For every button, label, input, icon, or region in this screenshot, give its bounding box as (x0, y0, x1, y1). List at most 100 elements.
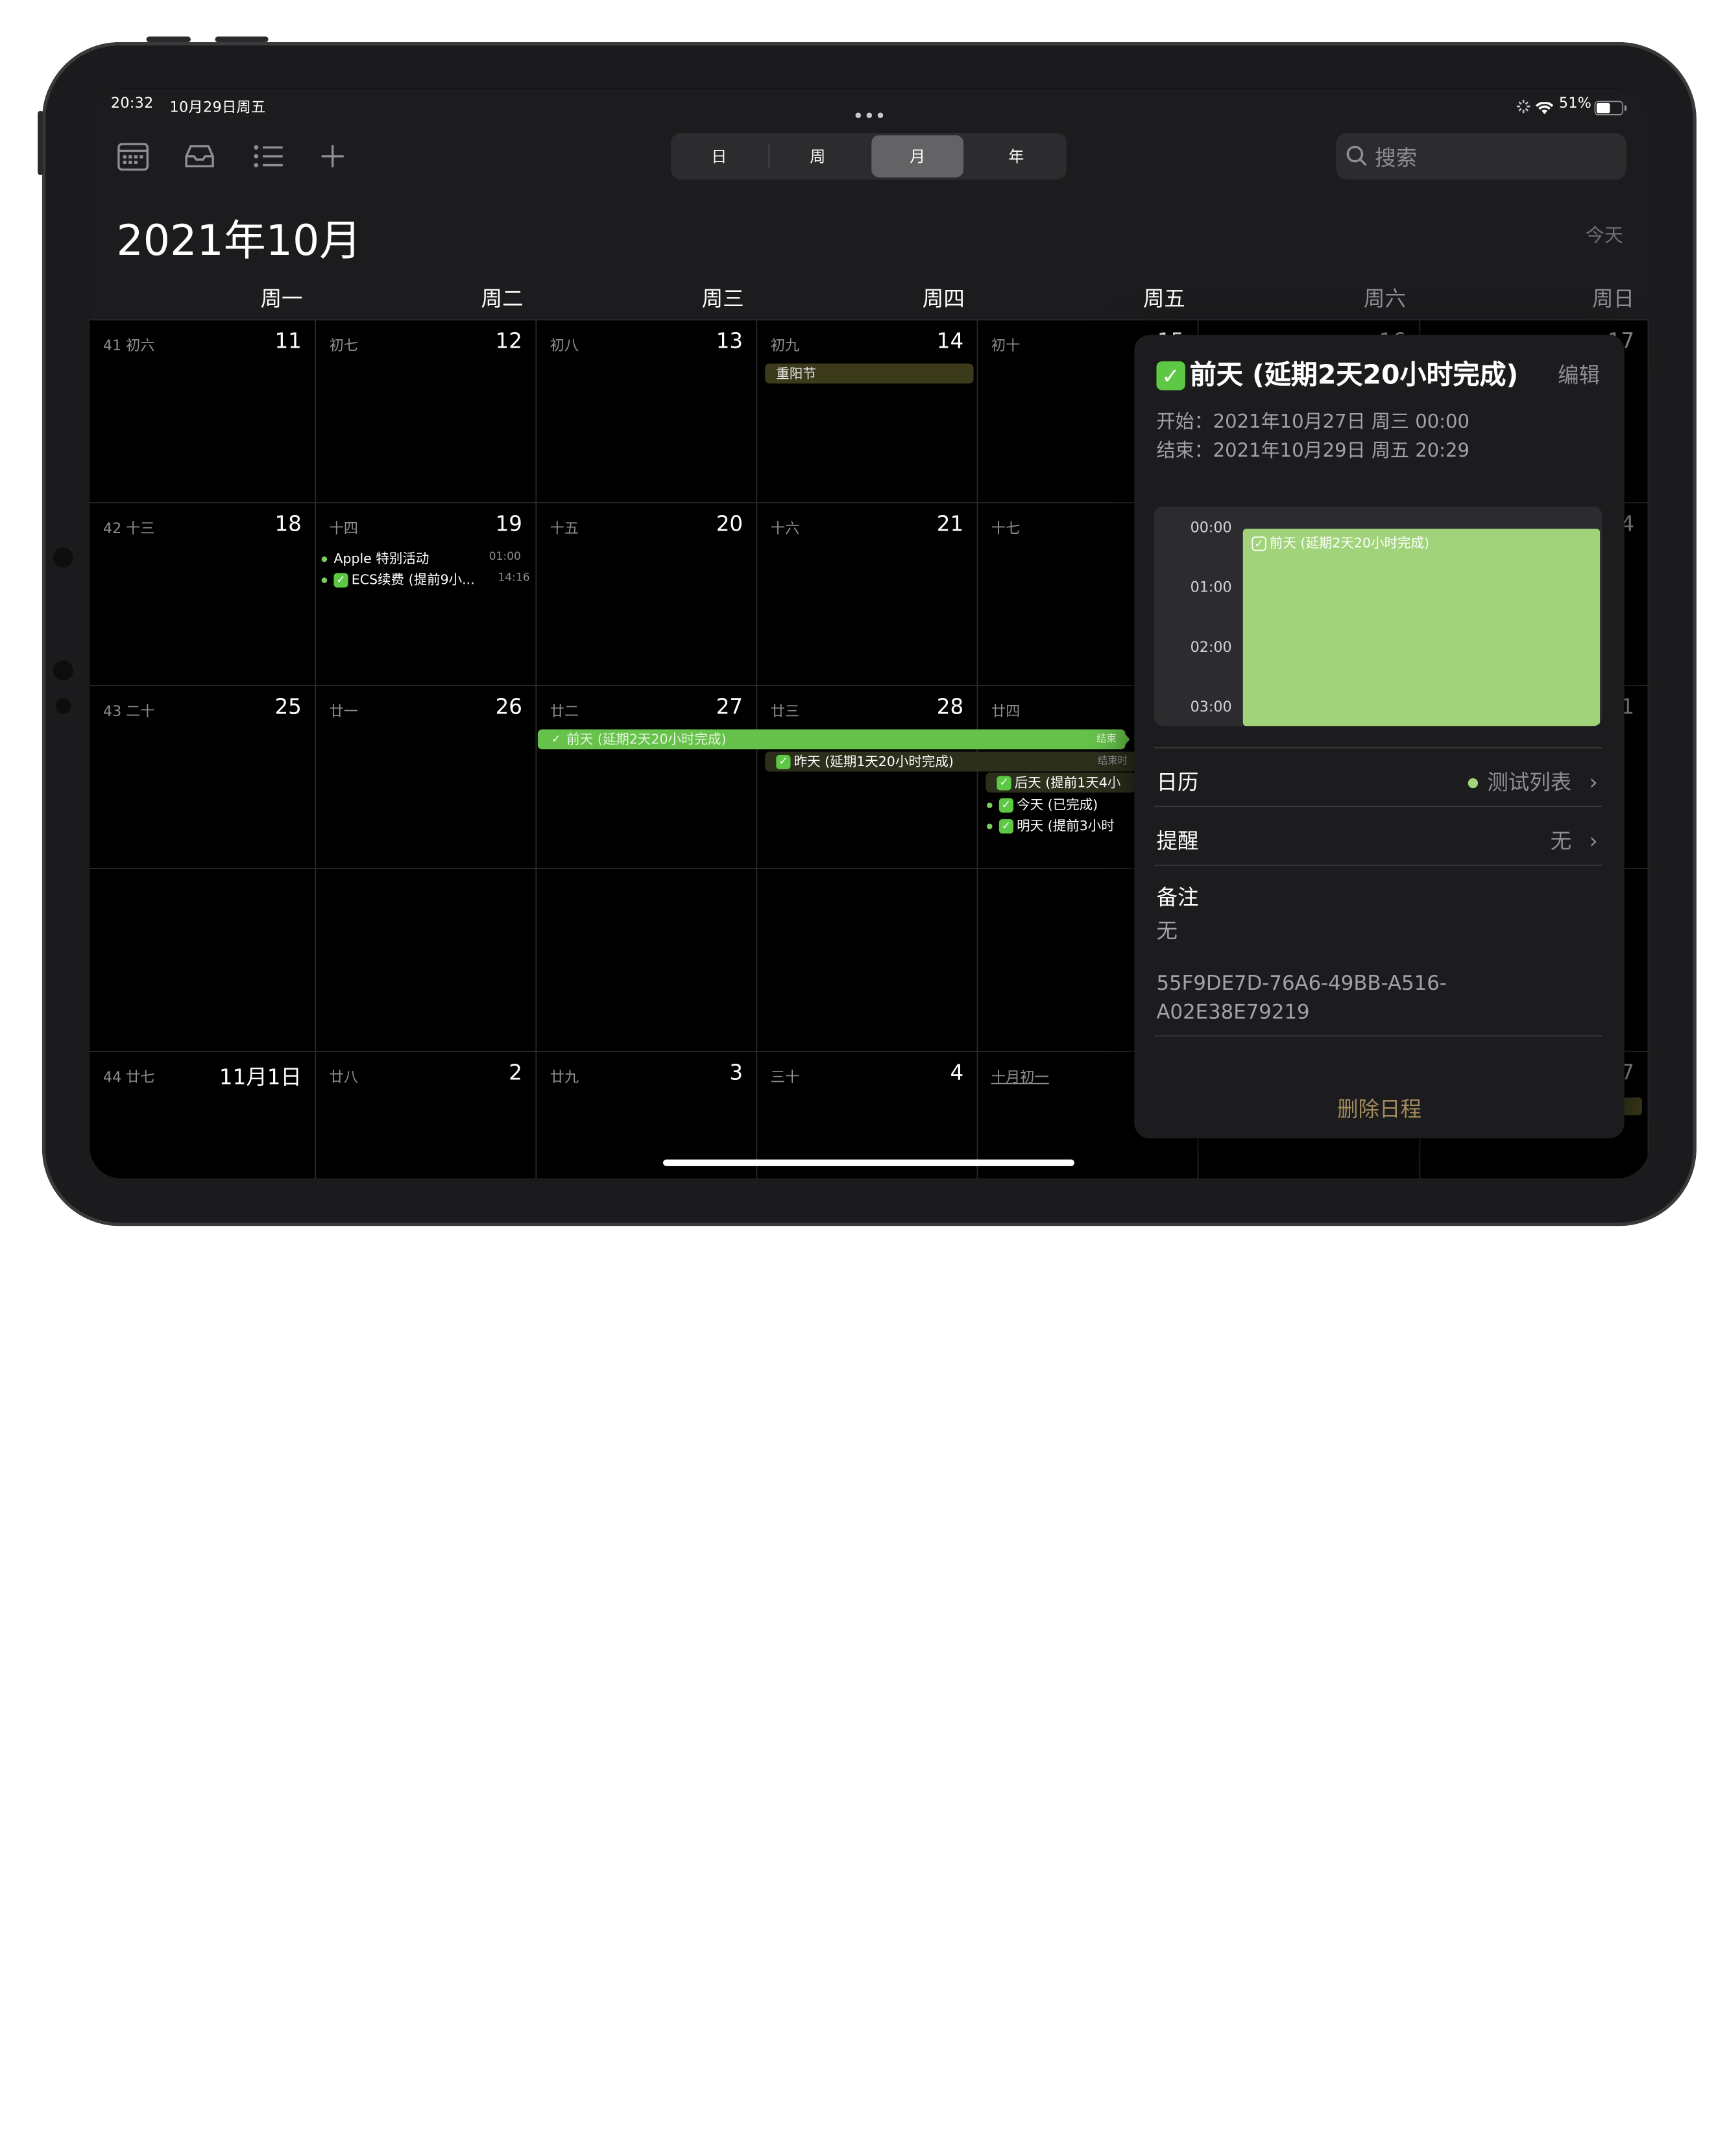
calendar-row[interactable]: 日历 测试列表 › (1154, 747, 1602, 806)
day-lunar: 43 二十 (103, 699, 155, 721)
event-mingtian-label: 明天 (提前3小时 (1017, 818, 1115, 834)
event-zuotian-label: 昨天 (延期1天20小时完成) (793, 754, 954, 770)
event-jintian-label: 今天 (已完成) (1017, 797, 1098, 813)
day-lunar: 初九 (770, 333, 800, 355)
day-cell[interactable]: 廿二 27 (537, 685, 758, 868)
day-lunar: 初八 (550, 333, 579, 355)
week-number: 41 (103, 338, 122, 355)
search-icon (1346, 145, 1368, 167)
calendars-icon[interactable] (116, 139, 149, 173)
day-number: 20 (716, 512, 744, 537)
day-lunar: 44 廿七 (103, 1065, 155, 1086)
volume-button (215, 36, 269, 42)
chevron-right-icon: › (1589, 829, 1598, 854)
lunar-date: 廿九 (550, 1070, 579, 1086)
day-lunar: 廿八 (330, 1065, 358, 1086)
day-cell[interactable]: 44 廿七 11月1日 (90, 1051, 317, 1179)
day-cell[interactable]: 42 十三 18 (90, 502, 317, 686)
event-houtian-bar[interactable]: ✓ 后天 (提前1天4小 (985, 773, 1136, 793)
checkbox-icon: ✓ (551, 734, 561, 747)
event-mingtian[interactable]: ✓ 明天 (提前3小时 (987, 816, 1135, 835)
search-field[interactable]: 搜索 (1336, 133, 1627, 180)
segment-week[interactable]: 周 (771, 135, 864, 177)
day-lunar: 十四 (330, 516, 358, 538)
lunar-date: 初九 (770, 338, 800, 355)
day-cell[interactable]: 初九 14 (757, 319, 978, 503)
event-zuotian-bar[interactable]: ✓ 昨天 (延期1天20小时完成) 结束时 (765, 751, 1137, 772)
week-number: 44 (103, 1070, 122, 1086)
calendar-label: 日历 (1156, 770, 1199, 795)
multitask-dots-icon[interactable] (855, 102, 884, 119)
list-icon[interactable] (252, 139, 285, 173)
checkbox-icon: ✓ (998, 798, 1014, 813)
calendar-color-dot (1468, 778, 1479, 789)
today-button[interactable]: 今天 (1586, 219, 1623, 247)
reminder-row[interactable]: 提醒 无 › (1154, 806, 1602, 865)
battery-icon (1594, 99, 1628, 115)
event-detail-popover: ✓ 前天 (延期2天20小时完成) 编辑 开始：2021年10月27日 周三 00… (1134, 335, 1625, 1139)
day-cell[interactable]: 廿一 26 (316, 685, 537, 868)
event-ecs-time: 14:16 (498, 571, 530, 584)
event-uuid-line2: A02E38E79219 (1156, 1001, 1310, 1025)
event-chongyang[interactable]: 重阳节 (765, 363, 974, 384)
event-zuotian-end: 结束时 (1097, 756, 1128, 767)
day-cell[interactable]: 初七 12 (316, 319, 537, 503)
weekday-header: 周三 (701, 287, 744, 312)
day-number: 4 (950, 1060, 964, 1086)
day-cell[interactable] (90, 868, 317, 1051)
day-cell[interactable] (537, 868, 758, 1051)
event-ecs[interactable]: ✓ ECS续费 (提前9小... (321, 569, 488, 588)
edit-button[interactable]: 编辑 (1558, 359, 1600, 389)
day-number: 21 (936, 512, 964, 537)
segment-month[interactable]: 月 (871, 135, 964, 178)
event-start: 开始：2021年10月27日 周三 00:00 (1156, 411, 1469, 434)
day-cell[interactable]: 廿三 28 (757, 685, 978, 868)
home-indicator[interactable] (662, 1159, 1075, 1166)
toolbar-background (90, 88, 1649, 320)
event-qiantian-bar[interactable]: ✓ 前天 (延期2天20小时完成) 结束 (537, 729, 1126, 750)
timeline-event-block[interactable]: ✓ 前天 (延期2天20小时完成) (1242, 529, 1601, 726)
checkbox-icon: ✓ (1251, 536, 1266, 551)
event-apple-time: 01:00 (489, 551, 521, 564)
delete-event-button[interactable]: 删除日程 (1134, 1093, 1624, 1123)
day-cell[interactable]: 41 初六 11 (90, 319, 317, 503)
reminder-value-text: 无 (1550, 829, 1572, 854)
day-lunar: 十五 (550, 516, 579, 538)
weekday-header: 周日 (1592, 287, 1635, 312)
day-lunar: 廿九 (550, 1065, 579, 1086)
day-cell[interactable]: 廿八 2 (316, 1051, 537, 1179)
segment-day[interactable]: 日 (673, 135, 765, 177)
day-cell[interactable] (316, 868, 537, 1051)
day-lunar: 初七 (329, 333, 359, 355)
day-cell[interactable]: 十六 21 (757, 502, 978, 686)
event-apple-label: Apple 特别活动 (333, 551, 429, 567)
day-cell[interactable]: 43 二十 25 (90, 685, 317, 868)
lunar-date: 初七 (329, 338, 359, 355)
lunar-date: 十六 (770, 521, 800, 538)
day-cell[interactable]: 十四 19 (316, 502, 537, 686)
segment-year[interactable]: 年 (970, 135, 1062, 177)
event-qiantian-end: 结束 (1096, 734, 1117, 745)
day-cell[interactable]: 初八 13 (537, 319, 758, 503)
weekday-header: 周四 (922, 287, 965, 312)
day-number: 28 (936, 695, 964, 720)
lunar-date: 十五 (550, 521, 579, 538)
battery-percent: 51% (1558, 95, 1592, 112)
day-lunar: 三十 (771, 1065, 799, 1086)
volume-button (146, 36, 191, 42)
day-number: 11 (274, 329, 302, 354)
day-number: 2 (509, 1060, 522, 1086)
event-uuid-line1: 55F9DE7D-76A6-49BB-A516- (1156, 972, 1447, 996)
day-number: 3 (729, 1060, 744, 1086)
status-date: 10月29日周五 (169, 99, 266, 117)
event-jintian[interactable]: ✓ 今天 (已完成) (987, 795, 1135, 813)
add-icon[interactable] (316, 139, 349, 173)
timeline-event: ✓ 前天 (延期2天20小时完成) (1251, 533, 1429, 552)
inbox-icon[interactable] (183, 139, 216, 173)
popover-title: ✓ 前天 (延期2天20小时完成) (1156, 352, 1518, 391)
reminder-label: 提醒 (1156, 829, 1199, 854)
day-cell[interactable] (757, 868, 978, 1051)
day-cell[interactable]: 十五 20 (537, 502, 758, 686)
view-segmented-control: 日 周 月 年 (670, 133, 1067, 180)
timeline-hour: 03:00 (1190, 699, 1232, 717)
